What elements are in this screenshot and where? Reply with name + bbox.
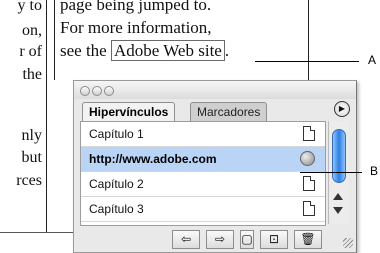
left-column-line: rces <box>16 172 42 189</box>
list-item[interactable]: Capítulo 1 <box>81 122 325 147</box>
scroll-down-arrow-icon[interactable] <box>333 207 343 214</box>
list-item-label: Capítulo 3 <box>89 202 144 216</box>
scroll-up-arrow-icon[interactable] <box>333 193 343 200</box>
left-text-column: y to on, r of the nly but rces <box>0 0 47 232</box>
close-dot-icon[interactable] <box>80 86 90 96</box>
text-line-suffix: . <box>224 41 230 60</box>
resize-grip-icon[interactable] <box>343 238 353 248</box>
text-line-prefix: see the <box>60 41 111 60</box>
callout-b-label: B <box>370 164 379 178</box>
text-line: For more information, <box>60 18 212 37</box>
adobe-web-site-link[interactable]: Adobe Web site <box>110 40 225 61</box>
new-destination-button[interactable]: ⊡ <box>260 230 288 249</box>
list-item[interactable]: Capítulo 3 <box>81 197 325 222</box>
callout-a-line <box>255 61 359 62</box>
panel-tabs: Hipervínculos Marcadores ▶ <box>74 99 356 121</box>
hyperlinks-panel: Hipervínculos Marcadores ▶ Capítulo 1 ht… <box>73 80 357 253</box>
callout-a-label: A <box>368 53 377 67</box>
left-column-line: r of <box>19 43 42 60</box>
left-column-line: on, <box>22 22 42 39</box>
list-item-selected[interactable]: http://www.adobe.com <box>81 147 325 172</box>
tab-marcadores[interactable]: Marcadores <box>190 102 268 121</box>
right-text-column: page being jumped to. For more informati… <box>54 0 312 80</box>
go-back-button[interactable]: ⇦ <box>172 230 200 249</box>
scroll-thumb[interactable] <box>332 129 346 183</box>
left-column-line: but <box>21 149 42 166</box>
url-globe-icon <box>300 151 315 166</box>
minimize-dot-icon[interactable] <box>92 86 102 96</box>
left-column-line: y to <box>17 0 42 14</box>
delete-button[interactable]: 🗑 <box>294 230 322 249</box>
left-column-line: the <box>22 66 42 83</box>
list-item-label: Capítulo 1 <box>89 127 144 141</box>
page-icon <box>303 201 315 216</box>
panel-toolbar: ⇦ ⇨ ▢ ⊡ 🗑 <box>74 225 356 251</box>
callout-b-line <box>300 172 362 173</box>
hyperlinks-list: Capítulo 1 http://www.adobe.com Capítulo… <box>80 121 326 226</box>
panel-menu-button[interactable]: ▶ <box>334 101 350 117</box>
text-line: page being jumped to. <box>60 0 212 14</box>
page-icon <box>303 176 315 191</box>
list-item-label: Capítulo 2 <box>89 177 144 191</box>
go-forward-button[interactable]: ⇨ <box>206 230 234 249</box>
text-line: see the Adobe Web site. <box>60 40 230 61</box>
zoom-dot-icon[interactable] <box>104 86 114 96</box>
tab-hipervinculos[interactable]: Hipervínculos <box>82 102 176 121</box>
page-bottom-edge <box>0 232 73 233</box>
page-icon <box>303 126 315 141</box>
panel-title-bar[interactable] <box>74 81 356 99</box>
create-hyperlink-button[interactable]: ▢ <box>240 230 254 249</box>
list-item[interactable]: Capítulo 2 <box>81 172 325 197</box>
list-item-label: http://www.adobe.com <box>89 152 217 166</box>
left-column-line: nly <box>21 127 42 144</box>
